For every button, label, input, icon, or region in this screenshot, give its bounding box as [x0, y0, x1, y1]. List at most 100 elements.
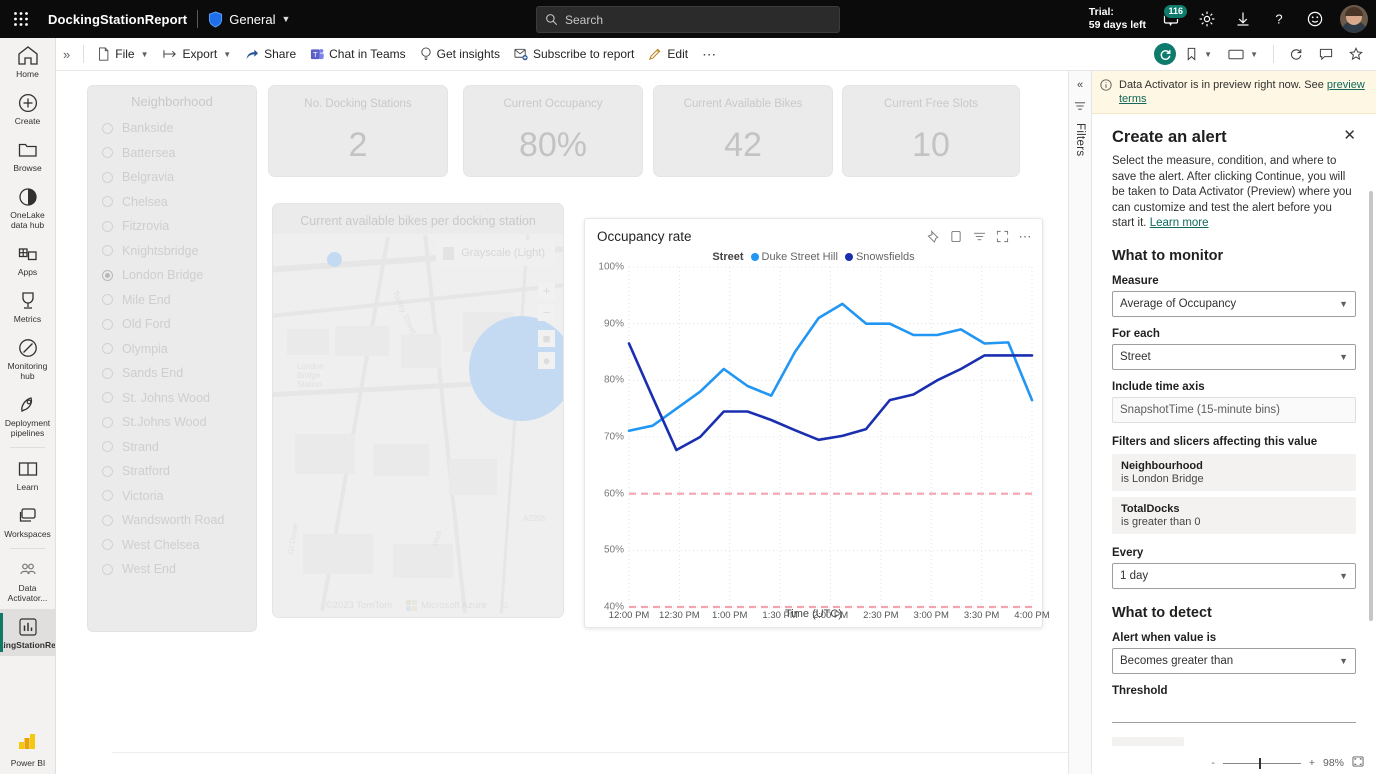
avatar[interactable] — [1340, 5, 1368, 33]
kpi-card[interactable]: Current Free Slots 10 — [842, 85, 1020, 177]
slicer-option[interactable]: Mile End — [88, 288, 256, 313]
radio-button[interactable] — [102, 245, 113, 257]
announcement-icon[interactable]: 116 — [1160, 4, 1188, 30]
sidebar-item-deployment-pipelines[interactable]: Deployment pipelines — [0, 387, 55, 444]
get-insights-button[interactable]: Get insights — [413, 42, 507, 67]
alert-condition-dropdown[interactable]: Becomes greater than ▼ — [1112, 647, 1356, 674]
radio-button[interactable] — [102, 122, 113, 134]
radio-button[interactable] — [102, 563, 113, 575]
slicer-option[interactable]: West Chelsea — [88, 533, 256, 558]
zoom-in-button[interactable]: + — [1309, 757, 1315, 769]
slicer-option[interactable]: Knightsbridge — [88, 239, 256, 264]
radio-button[interactable] — [102, 490, 113, 502]
radio-button[interactable] — [102, 416, 113, 428]
sidebar-item-browse[interactable]: Browse — [0, 132, 55, 179]
radio-button[interactable] — [102, 539, 113, 551]
slicer-option[interactable]: Stratford — [88, 459, 256, 484]
smiley-icon[interactable] — [1304, 8, 1326, 30]
kpi-card[interactable]: No. Docking Stations 2 — [268, 85, 448, 177]
map-locate-button[interactable]: ● — [538, 352, 555, 369]
map-reset-button[interactable]: ■ — [538, 330, 555, 347]
radio-button[interactable] — [102, 171, 113, 183]
legend-item[interactable]: Snowsfields — [844, 251, 915, 263]
slicer-option[interactable]: Fitzrovia — [88, 214, 256, 239]
share-button[interactable]: Share — [238, 42, 303, 67]
threshold-input[interactable] — [1112, 701, 1356, 723]
reset-button[interactable] — [1282, 42, 1310, 67]
slicer-option[interactable]: St. Johns Wood — [88, 386, 256, 411]
radio-button[interactable] — [102, 514, 113, 526]
sidebar-item-dockingstationreport[interactable]: DockingStationReport — [0, 609, 55, 656]
for-each-dropdown[interactable]: Street ▼ — [1112, 343, 1356, 370]
expand-nav-button[interactable]: » — [56, 42, 77, 67]
question-icon[interactable]: ? — [1268, 8, 1290, 30]
more-options-button[interactable]: ⋯ — [695, 42, 723, 67]
pin-icon[interactable] — [926, 229, 940, 243]
radio-button[interactable] — [102, 392, 113, 404]
sidebar-item-data-activator[interactable]: Data Activator... — [0, 552, 55, 609]
slicer-option[interactable]: West End — [88, 557, 256, 582]
radio-button[interactable] — [102, 294, 113, 306]
bookmark-button[interactable]: ▼ — [1178, 42, 1219, 67]
sidebar-item-create[interactable]: Create — [0, 85, 55, 132]
slicer-option[interactable]: London Bridge — [88, 263, 256, 288]
power-bi-home-button[interactable]: Power BI — [0, 731, 55, 768]
zoom-slider[interactable] — [1222, 757, 1301, 769]
radio-button[interactable] — [102, 441, 113, 453]
sidebar-item-onelake-data-hub[interactable]: OneLake data hub — [0, 179, 55, 236]
favorite-button[interactable] — [1342, 42, 1370, 67]
radio-button[interactable] — [102, 465, 113, 477]
slicer-option[interactable]: Olympia — [88, 337, 256, 362]
slicer-option[interactable]: Strand — [88, 435, 256, 460]
legend-item[interactable]: Duke Street Hill — [750, 251, 838, 263]
radio-button[interactable] — [102, 367, 113, 379]
pane-scrollbar[interactable] — [1369, 191, 1373, 621]
focus-mode-icon[interactable] — [995, 229, 1009, 243]
zoom-out-button[interactable]: - — [1211, 757, 1215, 769]
filter-icon[interactable] — [972, 229, 986, 243]
sidebar-item-home[interactable]: Home — [0, 38, 55, 85]
kpi-card[interactable]: Current Occupancy 80% — [463, 85, 643, 177]
chat-in-teams-button[interactable]: T Chat in Teams — [303, 42, 412, 67]
radio-button[interactable] — [102, 147, 113, 159]
slicer-option[interactable]: St.Johns Wood — [88, 410, 256, 435]
continue-button[interactable]: Continue — [1112, 736, 1184, 746]
radio-button[interactable] — [102, 343, 113, 355]
map-canvas[interactable]: Tooley Street A200 A2205 LondonBridgeSta… — [273, 234, 563, 617]
slicer-option[interactable]: Belgravia — [88, 165, 256, 190]
radio-button[interactable] — [102, 269, 113, 281]
map-zoom-out-button[interactable]: − — [538, 304, 555, 321]
global-search[interactable]: Search — [536, 6, 840, 33]
radio-button[interactable] — [102, 318, 113, 330]
map-zoom-in-button[interactable]: + — [538, 282, 555, 299]
kpi-card[interactable]: Current Available Bikes 42 — [653, 85, 833, 177]
slicer-option[interactable]: Battersea — [88, 141, 256, 166]
fit-to-page-icon[interactable] — [1352, 756, 1364, 770]
radio-button[interactable] — [102, 196, 113, 208]
sidebar-item-learn[interactable]: Learn — [0, 451, 55, 498]
filters-pane-collapsed[interactable]: « Filters — [1068, 71, 1092, 774]
workspace-selector[interactable]: General ▼ — [208, 11, 290, 28]
filter-bars-icon[interactable] — [1074, 101, 1086, 111]
export-menu-button[interactable]: Export ▼ — [156, 42, 239, 67]
map-point-marker[interactable] — [327, 252, 342, 267]
download-icon[interactable] — [1232, 8, 1254, 30]
gear-icon[interactable] — [1196, 8, 1218, 30]
subscribe-button[interactable]: Subscribe to report — [507, 42, 641, 67]
chevron-double-left-icon[interactable]: « — [1077, 79, 1083, 91]
measure-dropdown[interactable]: Average of Occupancy ▼ — [1112, 290, 1356, 317]
slicer-option[interactable]: Sands End — [88, 361, 256, 386]
learn-more-link[interactable]: Learn more — [1150, 217, 1209, 229]
sidebar-item-apps[interactable]: Apps — [0, 236, 55, 283]
chart-plot-area[interactable]: 40% 50% 60% 70% 80% 90% 100% 12:00 PM 12:30 PM 1:… — [598, 262, 1049, 622]
zoom-slider-thumb[interactable] — [1258, 757, 1261, 769]
app-launcher-icon[interactable] — [0, 11, 42, 27]
report-title[interactable]: DockingStationReport — [48, 12, 187, 27]
sidebar-item-metrics[interactable]: Metrics — [0, 283, 55, 330]
file-menu-button[interactable]: File ▼ — [90, 42, 155, 67]
every-dropdown[interactable]: 1 day ▼ — [1112, 562, 1356, 589]
slicer-option[interactable]: Old Ford — [88, 312, 256, 337]
slicer-option[interactable]: Wandsworth Road — [88, 508, 256, 533]
occupancy-rate-visual[interactable]: Occupancy rate ⋯ Street Duke Street Hill… — [584, 218, 1050, 628]
edit-button[interactable]: Edit — [641, 42, 695, 67]
